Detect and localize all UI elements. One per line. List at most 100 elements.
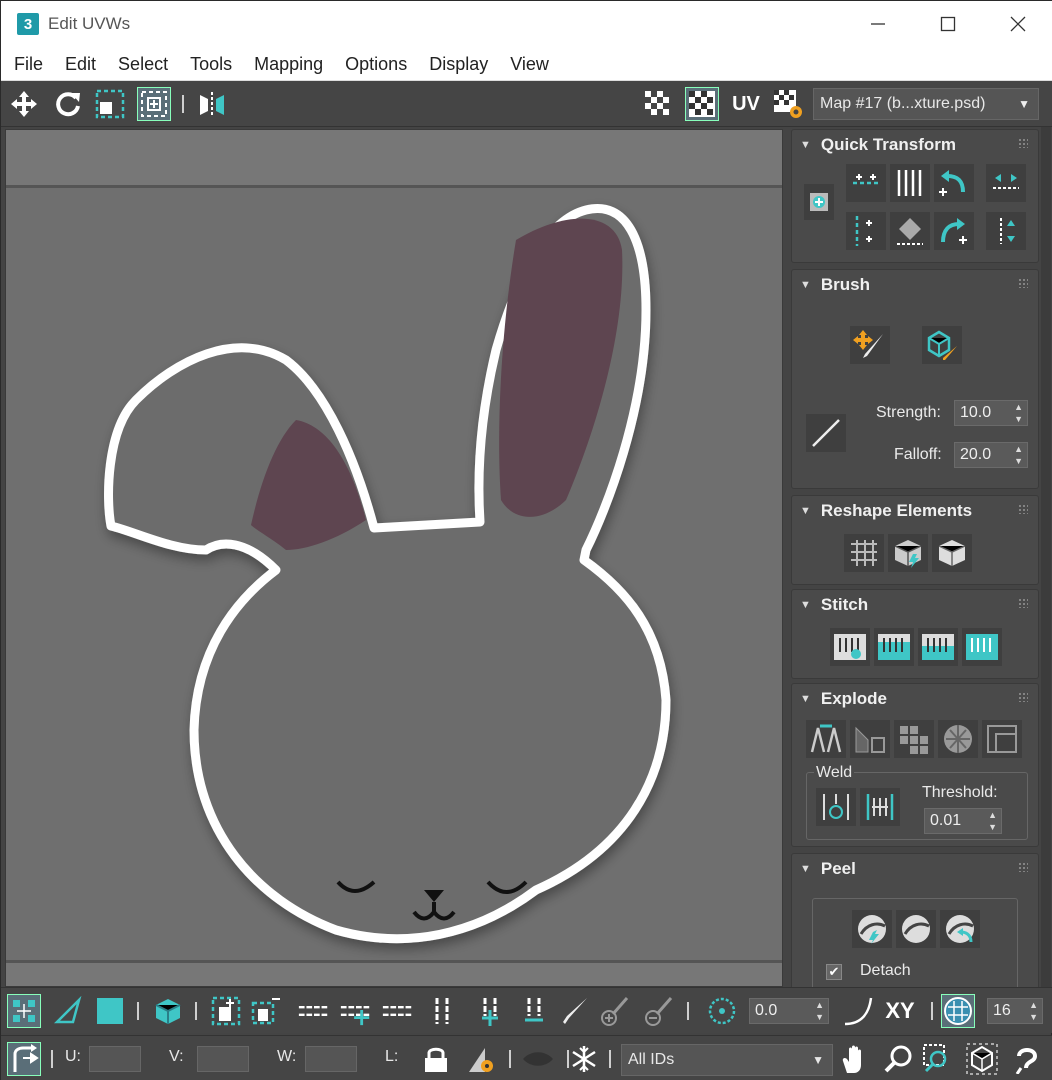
flatten-by-smoothing-button[interactable] [938,720,978,758]
peel-mode-button[interactable] [896,910,936,948]
menu-file[interactable]: File [3,47,54,81]
scale-tool-button[interactable] [93,87,127,121]
stitch-average-button[interactable] [918,628,958,666]
loop-select-button[interactable] [297,994,331,1028]
rollout-header-explode[interactable]: ▼ Explode [792,684,1038,714]
menu-options[interactable]: Options [334,47,418,81]
weld-target-button[interactable] [816,788,856,826]
break-button[interactable] [806,720,846,758]
u-input[interactable] [89,1046,141,1072]
uv-button[interactable]: UV [729,87,763,121]
hide-unselected-button[interactable] [521,1042,555,1076]
detach-edge-button[interactable] [850,720,890,758]
help-button[interactable] [1009,1042,1043,1076]
w-input[interactable] [305,1046,357,1072]
freeze-button[interactable] [567,1042,601,1076]
shrink-selection-button[interactable] [249,994,283,1028]
ring-select-button[interactable] [425,994,459,1028]
spinner-arrows-icon: ▲ ▼ [988,810,997,832]
paint-shrink-button[interactable] [641,994,675,1028]
rollout-header-quick-transform[interactable]: ▼ Quick Transform [792,130,1038,160]
rollout-header-peel[interactable]: ▼ Peel [792,854,1038,884]
edge-ring-grow-icon [482,998,498,1026]
menu-mapping[interactable]: Mapping [243,47,334,81]
map-settings-button[interactable] [771,87,805,121]
polygon-mode-button[interactable] [93,994,127,1028]
rollout-header-stitch[interactable]: ▼ Stitch [792,590,1038,620]
flatten-by-material-button[interactable] [982,720,1022,758]
lock-selection-button[interactable] [419,1042,453,1076]
close-button[interactable] [983,1,1052,47]
checker-pattern-button[interactable] [685,87,719,121]
rotate-cw-button[interactable] [934,212,974,250]
v-input[interactable] [197,1046,249,1072]
grid-value-spinner[interactable]: 16 ▲ ▼ [987,998,1043,1024]
peel-reset-button[interactable] [940,910,980,948]
minimize-button[interactable] [843,1,913,47]
linear-align-button[interactable] [890,212,930,250]
paint-move-button[interactable] [850,326,890,364]
flatten-button[interactable] [894,720,934,758]
menu-display[interactable]: Display [418,47,499,81]
stitch-custom-button[interactable] [830,628,870,666]
align-vertical-button[interactable] [846,212,886,250]
mirror-tool-button[interactable] [195,87,229,121]
weld-selected-button[interactable] [860,788,900,826]
quick-peel-button[interactable] [852,910,892,948]
vertex-mode-button[interactable] [7,994,41,1028]
threshold-spinner[interactable]: 0.01 ▲ ▼ [924,808,1002,834]
align-v-center-button[interactable] [986,212,1026,250]
zoom-button[interactable] [881,1042,915,1076]
space-vertical-button[interactable] [890,164,930,202]
material-ids-dropdown[interactable]: All IDs ▼ [621,1044,833,1076]
xy-toggle-button[interactable]: XY [883,994,917,1028]
relax-brush-button[interactable] [922,326,962,364]
pan-button[interactable] [837,1042,871,1076]
menu-view[interactable]: View [499,47,560,81]
stitch-to-source-button[interactable] [962,628,1002,666]
detach-checkbox[interactable]: ✔ [826,964,842,980]
ring-shrink-button[interactable] [517,994,551,1028]
paint-select-button[interactable] [557,994,591,1028]
zoom-extents-button[interactable] [965,1042,999,1076]
rotate-tool-button[interactable] [51,87,85,121]
ring-grow-button[interactable] [473,994,507,1028]
straighten-button[interactable] [844,534,884,572]
rotate-value-spinner[interactable]: 0.0 ▲ ▼ [749,998,829,1024]
rollout-header-brush[interactable]: ▼ Brush [792,270,1038,300]
rotate-ccw-button[interactable] [934,164,974,202]
uv-editor-viewport[interactable] [5,129,783,987]
hide-button[interactable] [463,1042,497,1076]
zoom-region-button[interactable] [921,1042,955,1076]
show-map-button[interactable] [641,87,675,121]
paint-grow-button[interactable] [597,994,631,1028]
falloff-spinner[interactable]: 20.0 ▲ ▼ [954,442,1028,468]
menu-tools[interactable]: Tools [179,47,243,81]
strength-spinner[interactable]: 10.0 ▲ ▼ [954,400,1028,426]
move-tool-button[interactable] [7,87,41,121]
falloff-type-button[interactable] [806,414,846,452]
element-mode-button[interactable] [151,994,185,1028]
relax-button[interactable] [888,534,928,572]
curve-tool-button[interactable] [841,994,875,1028]
absolute-rotate-button[interactable] [705,994,739,1028]
grid-snap-button[interactable] [941,994,975,1028]
align-horizontal-button[interactable] [846,164,886,202]
edge-mode-button[interactable] [51,994,85,1028]
stitch-to-target-button[interactable] [874,628,914,666]
relax-settings-button[interactable] [932,534,972,572]
freeform-tool-button[interactable] [137,87,171,121]
loop-grow-button[interactable] [339,994,373,1028]
pivot-button[interactable] [804,184,834,220]
rollout-header-reshape[interactable]: ▼ Reshape Elements [792,496,1038,526]
map-dropdown[interactable]: Map #17 (b...xture.psd) ▼ [813,88,1039,120]
menu-select[interactable]: Select [107,47,179,81]
align-h-center-button[interactable] [986,164,1026,202]
maximize-button[interactable] [913,1,983,47]
transform-mode-button[interactable] [7,1042,41,1076]
panel-scrollbar[interactable] [1041,127,1051,987]
bottom-toolbar-selection: 0.0 ▲ ▼ XY 16 ▲ ▼ [1,987,1052,1033]
menu-edit[interactable]: Edit [54,47,107,81]
grow-selection-button[interactable] [209,994,243,1028]
loop-shrink-button[interactable] [381,994,415,1028]
